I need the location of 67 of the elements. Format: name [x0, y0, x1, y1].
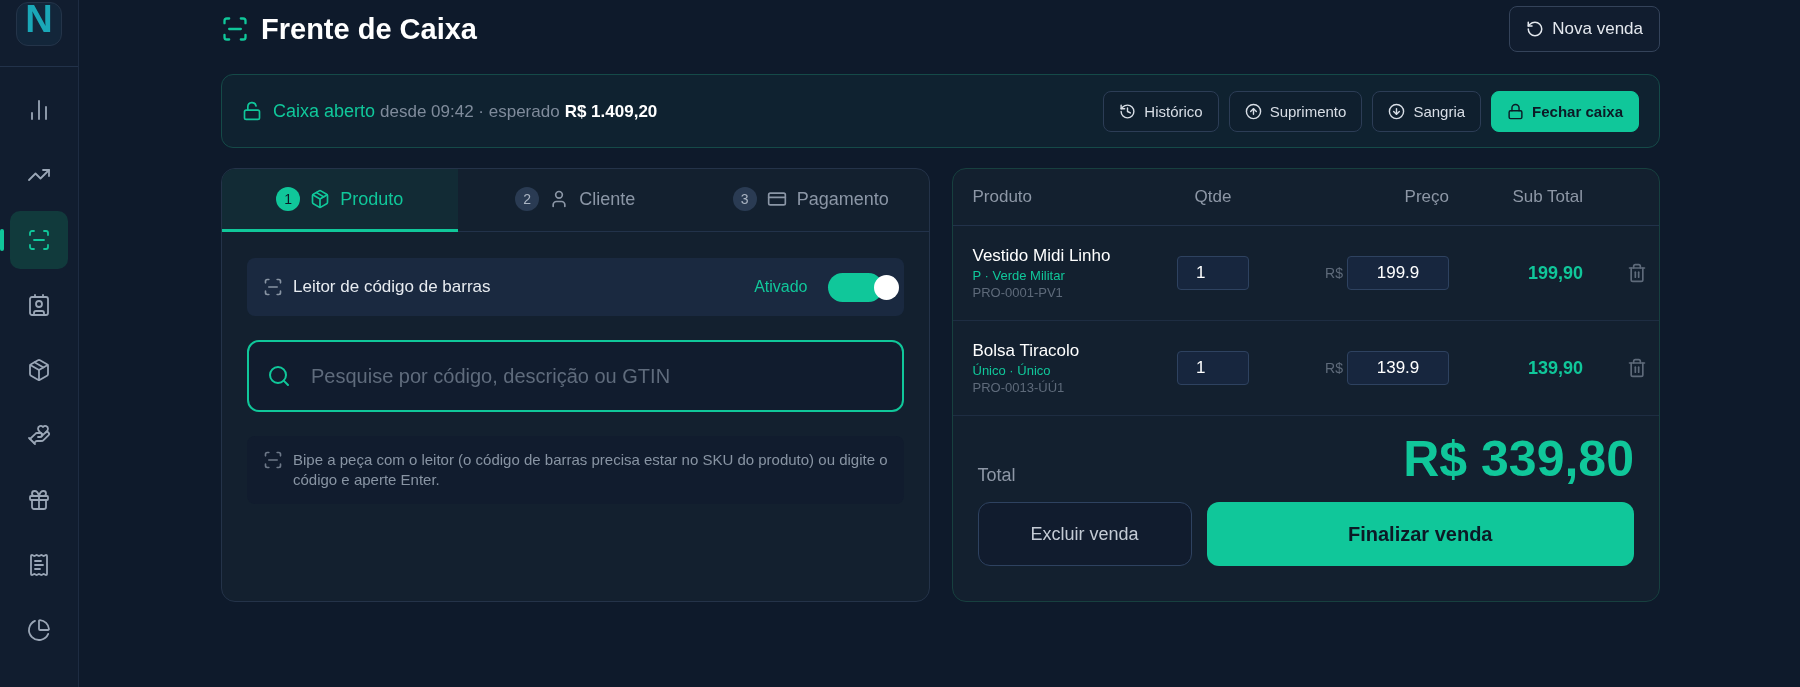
cash-since: desde 09:42 · esperado: [380, 101, 560, 122]
product-name: Bolsa Tiracolo: [972, 341, 1081, 361]
cash-action-button[interactable]: Suprimento: [1228, 90, 1363, 132]
scan-icon: [263, 450, 283, 470]
step-tab[interactable]: 3 Pagamento: [693, 169, 929, 232]
arrow-up-icon: [1244, 102, 1262, 120]
finish-sale-button[interactable]: Finalizar venda: [1206, 502, 1634, 566]
product-name: Vestido Midi Linho: [972, 246, 1112, 266]
total-label: Total: [977, 465, 1016, 486]
column-header: Sub Total: [1511, 187, 1583, 207]
active-indicator: [0, 228, 4, 251]
reset-icon: [1526, 20, 1545, 38]
step-number: 1: [276, 187, 301, 211]
card-icon: [766, 189, 787, 209]
step-number: 2: [515, 187, 540, 211]
product-variant: Único · Único: [972, 363, 1052, 378]
total-amount: R$ 339,80: [1403, 430, 1634, 488]
receipt-icon: [27, 552, 51, 577]
search-field[interactable]: Pesquise por código, descrição ou GTIN: [247, 340, 904, 412]
arrow-down-icon: [1388, 102, 1406, 120]
cash-action-button[interactable]: Sangria: [1372, 90, 1482, 132]
scan-icon: [27, 227, 51, 252]
currency-label: R$: [1325, 265, 1343, 281]
gift-icon: [27, 487, 51, 512]
price-field[interactable]: 139.9: [1347, 351, 1449, 385]
logo[interactable]: N: [16, 2, 62, 46]
hint-text: Bipe a peça com o leitor (o código de barras precisa estar no SKU do produto) ou digite o código e aperte Enter.: [293, 450, 888, 490]
cash-action-button[interactable]: Histórico: [1103, 90, 1219, 132]
currency-label: R$: [1325, 360, 1343, 376]
new-sale-button[interactable]: Nova venda: [1509, 6, 1660, 52]
history-icon: [1119, 102, 1137, 120]
quantity-field[interactable]: 1: [1177, 351, 1249, 385]
cash-action-button[interactable]: Fechar caixa: [1491, 90, 1639, 132]
product-sku: PRO-0013-ÚÚ1: [972, 380, 1066, 395]
step-number: 3: [732, 187, 757, 211]
subtotal: 199,90: [1526, 262, 1583, 284]
search-icon: [267, 364, 291, 388]
delete-sale-button[interactable]: Excluir venda: [977, 502, 1192, 566]
product-sku: PRO-0001-PV1: [972, 285, 1064, 300]
scanner-toggle[interactable]: [827, 272, 900, 302]
cash-status: Caixa aberto: [273, 100, 376, 122]
column-header: Produto: [972, 187, 1034, 207]
price-field[interactable]: 199.9: [1347, 256, 1449, 290]
quantity-field[interactable]: 1: [1177, 256, 1249, 290]
scanner-state: Ativado: [754, 278, 808, 296]
step-tab[interactable]: 2 Cliente: [457, 169, 693, 232]
lock-icon: [1507, 102, 1525, 120]
scan-icon: [221, 15, 249, 43]
step-label: Pagamento: [796, 188, 889, 210]
trash-icon[interactable]: [1627, 263, 1647, 283]
contact-icon: [27, 292, 51, 317]
box-icon: [27, 357, 51, 382]
box-icon: [310, 189, 331, 209]
scan-icon: [263, 277, 283, 297]
hand-icon: [27, 422, 51, 447]
step-label: Produto: [340, 188, 404, 210]
page-title: Frente de Caixa: [261, 12, 477, 46]
product-variant: P · Verde Militar: [972, 268, 1066, 283]
trash-icon[interactable]: [1627, 358, 1647, 378]
scanner-label: Leitor de código de barras: [293, 277, 492, 297]
column-header: Qtde: [1193, 187, 1233, 207]
subtotal: 139,90: [1526, 357, 1583, 379]
step-tab[interactable]: 1 Produto: [222, 169, 458, 232]
pie-chart-icon: [27, 617, 51, 642]
expected-amount: R$ 1.409,20: [564, 101, 658, 122]
step-label: Cliente: [579, 188, 636, 210]
column-header: Preço: [1403, 187, 1449, 207]
